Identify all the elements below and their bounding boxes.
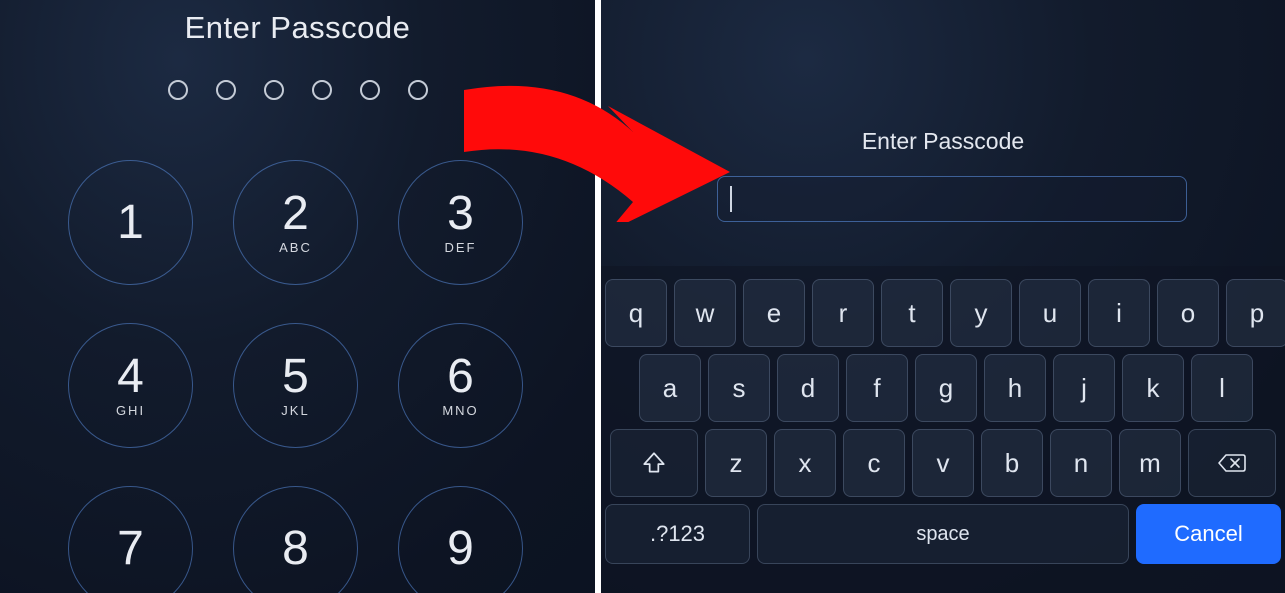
passcode-title-right: Enter Passcode — [601, 128, 1285, 155]
passcode-text-field[interactable] — [717, 176, 1187, 222]
passcode-title-left: Enter Passcode — [0, 10, 595, 46]
numpad-letters: ABC — [279, 240, 312, 255]
passcode-dot-row — [0, 80, 595, 100]
key-h[interactable]: h — [984, 354, 1046, 422]
passcode-dot — [216, 80, 236, 100]
numpad-letters: GHI — [116, 403, 145, 418]
alpha-passcode-screen: Enter Passcode qwertyuiop asdfghjkl zxcv… — [595, 0, 1285, 593]
key-j[interactable]: j — [1053, 354, 1115, 422]
numpad-key-6[interactable]: 6 MNO — [398, 323, 523, 448]
key-w[interactable]: w — [674, 279, 736, 347]
key-b[interactable]: b — [981, 429, 1043, 497]
shift-icon — [641, 450, 667, 476]
key-c[interactable]: c — [843, 429, 905, 497]
key-u[interactable]: u — [1019, 279, 1081, 347]
key-s[interactable]: s — [708, 354, 770, 422]
key-v[interactable]: v — [912, 429, 974, 497]
key-q[interactable]: q — [605, 279, 667, 347]
key-o[interactable]: o — [1157, 279, 1219, 347]
numpad-digit: 9 — [447, 525, 474, 573]
numpad-key-5[interactable]: 5 JKL — [233, 323, 358, 448]
passcode-dot — [168, 80, 188, 100]
key-t[interactable]: t — [881, 279, 943, 347]
numpad-digit: 8 — [282, 525, 309, 573]
key-x[interactable]: x — [774, 429, 836, 497]
key-i[interactable]: i — [1088, 279, 1150, 347]
key-f[interactable]: f — [846, 354, 908, 422]
key-l[interactable]: l — [1191, 354, 1253, 422]
passcode-dot — [264, 80, 284, 100]
key-a[interactable]: a — [639, 354, 701, 422]
cancel-button[interactable]: Cancel — [1136, 504, 1281, 564]
numpad-digit: 6 — [447, 353, 474, 401]
key-p[interactable]: p — [1226, 279, 1285, 347]
key-d[interactable]: d — [777, 354, 839, 422]
passcode-dot — [312, 80, 332, 100]
numpad-letters: JKL — [281, 403, 309, 418]
numpad-key-4[interactable]: 4 GHI — [68, 323, 193, 448]
numpad-digit: 2 — [282, 190, 309, 238]
key-g[interactable]: g — [915, 354, 977, 422]
numpad-letters: DEF — [445, 240, 477, 255]
numpad-key-9[interactable]: 9 — [398, 486, 523, 593]
key-e[interactable]: e — [743, 279, 805, 347]
numeric-passcode-screen: Enter Passcode 1 2 ABC 3 DEF 4 GHI 5 JKL 6 MNO 7 8 9 — [0, 0, 595, 593]
key-z[interactable]: z — [705, 429, 767, 497]
onscreen-keyboard: qwertyuiop asdfghjkl zxcvbnm .?123 space… — [601, 266, 1285, 593]
passcode-dot — [408, 80, 428, 100]
numeric-keypad: 1 2 ABC 3 DEF 4 GHI 5 JKL 6 MNO 7 8 9 — [68, 160, 523, 593]
space-key[interactable]: space — [757, 504, 1129, 564]
numpad-digit: 7 — [117, 525, 144, 573]
backspace-icon — [1217, 451, 1247, 475]
numpad-digit: 4 — [117, 353, 144, 401]
key-m[interactable]: m — [1119, 429, 1181, 497]
numpad-key-2[interactable]: 2 ABC — [233, 160, 358, 285]
numpad-key-7[interactable]: 7 — [68, 486, 193, 593]
key-r[interactable]: r — [812, 279, 874, 347]
numpad-key-8[interactable]: 8 — [233, 486, 358, 593]
numpad-key-3[interactable]: 3 DEF — [398, 160, 523, 285]
passcode-dot — [360, 80, 380, 100]
numpad-key-1[interactable]: 1 — [68, 160, 193, 285]
mode-switch-key[interactable]: .?123 — [605, 504, 750, 564]
numpad-digit: 1 — [117, 199, 144, 247]
numpad-digit: 5 — [282, 353, 309, 401]
numpad-letters: MNO — [442, 403, 478, 418]
numpad-digit: 3 — [447, 190, 474, 238]
key-n[interactable]: n — [1050, 429, 1112, 497]
key-k[interactable]: k — [1122, 354, 1184, 422]
shift-key[interactable] — [610, 429, 698, 497]
key-y[interactable]: y — [950, 279, 1012, 347]
text-caret-icon — [730, 186, 732, 212]
backspace-key[interactable] — [1188, 429, 1276, 497]
